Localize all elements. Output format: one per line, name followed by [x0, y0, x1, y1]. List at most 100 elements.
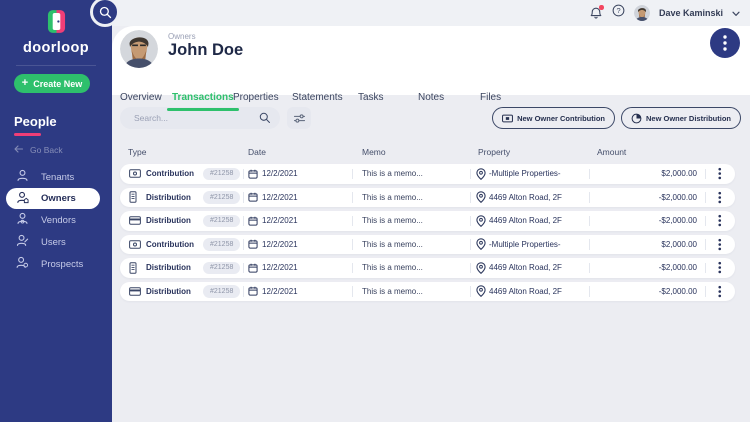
row-menu-button[interactable] — [712, 282, 728, 302]
tab-tasks[interactable]: Tasks — [358, 92, 384, 103]
credit-card-icon — [129, 282, 141, 302]
reference-badge: #21258 — [203, 214, 241, 227]
transaction-amount: $2,000.00 — [661, 169, 697, 179]
transaction-amount: -$2,000.00 — [658, 263, 697, 273]
search-icon — [259, 112, 270, 123]
cash-icon — [129, 235, 141, 255]
divider — [705, 192, 706, 203]
divider — [243, 262, 244, 273]
location-pin-icon — [476, 235, 486, 255]
page-title: John Doe — [168, 41, 244, 59]
transaction-amount: $2,000.00 — [661, 239, 697, 249]
calendar-icon — [248, 235, 258, 255]
sidebar-item-vendors[interactable]: Vendors — [0, 209, 112, 231]
row-menu-button[interactable] — [712, 164, 728, 184]
sidebar-item-tenants[interactable]: Tenants — [0, 166, 112, 188]
sidebar-item-label: Owners — [41, 193, 76, 204]
column-header-date: Date — [248, 147, 266, 157]
sidebar-item-prospects[interactable]: Prospects — [0, 253, 112, 275]
pie-icon — [631, 113, 642, 123]
tab-files[interactable]: Files — [480, 92, 501, 103]
divider — [352, 286, 353, 297]
divider — [470, 168, 471, 179]
transaction-property: -Multiple Properties- — [489, 239, 561, 249]
table-row[interactable]: Distribution #21258 12/2/2021 This is a … — [120, 211, 735, 231]
create-new-button[interactable]: + Create New — [14, 74, 90, 93]
divider — [352, 192, 353, 203]
column-header-property: Property — [478, 147, 511, 157]
breadcrumb: Owners — [168, 32, 196, 41]
location-pin-icon — [476, 282, 486, 302]
calendar-icon — [248, 164, 258, 184]
divider — [243, 192, 244, 203]
transaction-memo: This is a memo... — [362, 263, 423, 273]
calendar-icon — [248, 258, 258, 278]
divider — [352, 239, 353, 250]
column-header-type: Type — [128, 147, 147, 157]
divider — [470, 262, 471, 273]
sidebar-item-label: Prospects — [41, 258, 84, 270]
reference-badge: #21258 — [203, 167, 241, 180]
calendar-icon — [248, 188, 258, 208]
search-input[interactable] — [132, 112, 259, 124]
calendar-icon — [248, 211, 258, 231]
back-arrow-icon — [14, 145, 24, 155]
user-name[interactable]: Dave Kaminski — [659, 8, 723, 18]
topbar: ? Dave Kaminski — [112, 0, 750, 26]
sidebar-item-owners[interactable]: Owners — [6, 188, 100, 209]
chevron-down-icon[interactable] — [732, 4, 740, 22]
reference-badge: #21258 — [203, 191, 241, 204]
row-menu-button[interactable] — [712, 211, 728, 231]
transaction-amount: -$2,000.00 — [658, 192, 697, 202]
notifications-button[interactable] — [589, 5, 604, 20]
sidebar-section-title: People — [14, 114, 57, 129]
transaction-property: 4469 Alton Road, 2F — [489, 216, 562, 226]
new-owner-contribution-button[interactable]: New Owner Contribution — [492, 107, 615, 129]
row-menu-button[interactable] — [712, 258, 728, 278]
location-pin-icon — [476, 188, 486, 208]
sidebar-item-label: Tenants — [41, 171, 75, 183]
new-owner-distribution-button[interactable]: New Owner Distribution — [620, 107, 741, 129]
row-menu-button[interactable] — [712, 235, 728, 255]
divider — [705, 239, 706, 250]
person-gear-icon — [16, 212, 29, 228]
divider — [470, 239, 471, 250]
owner-actions-menu-button[interactable] — [710, 28, 740, 58]
go-back-link[interactable]: Go Back — [14, 145, 112, 155]
person-pencil-icon — [16, 234, 29, 250]
reference-badge: #21258 — [203, 238, 241, 251]
divider — [705, 215, 706, 226]
table-row[interactable]: Distribution #21258 12/2/2021 This is a … — [120, 281, 735, 302]
tab-notes[interactable]: Notes — [418, 92, 444, 103]
table-row[interactable]: Contribution #21258 12/2/2021 This is a … — [120, 234, 735, 255]
create-new-label: Create New — [33, 78, 83, 89]
user-avatar[interactable] — [633, 5, 650, 21]
help-button[interactable]: ? — [612, 4, 625, 22]
section-underline — [14, 133, 41, 136]
filter-button[interactable] — [287, 107, 311, 129]
sidebar-divider — [16, 65, 96, 66]
toolbar-actions: New Owner Contribution New Owner Distrib… — [492, 107, 741, 129]
cash-icon — [129, 164, 141, 184]
divider — [243, 215, 244, 226]
search-icon — [99, 6, 111, 18]
sidebar-item-users[interactable]: Users — [0, 231, 112, 253]
location-pin-icon — [476, 211, 486, 231]
table-row[interactable]: Distribution #21258 12/2/2021 This is a … — [120, 258, 735, 278]
tab-properties[interactable]: Properties — [233, 92, 279, 103]
table-row[interactable]: Contribution #21258 12/2/2021 This is a … — [120, 164, 735, 184]
transaction-date: 12/2/2021 — [262, 263, 298, 273]
transaction-memo: This is a memo... — [362, 216, 423, 226]
table-row[interactable]: Distribution #21258 12/2/2021 This is a … — [120, 187, 735, 208]
row-menu-button[interactable] — [712, 188, 728, 208]
receipt-icon — [129, 188, 137, 208]
tab-transactions[interactable]: Transactions — [167, 92, 239, 111]
tab-overview[interactable]: Overview — [120, 92, 162, 103]
transaction-property: -Multiple Properties- — [489, 169, 561, 179]
tab-statements[interactable]: Statements — [292, 92, 343, 103]
transaction-type: Distribution — [146, 192, 191, 202]
people-icon — [16, 256, 29, 272]
transaction-date: 12/2/2021 — [262, 192, 298, 202]
svg-text:?: ? — [616, 6, 620, 15]
transaction-type: Contribution — [146, 239, 194, 249]
